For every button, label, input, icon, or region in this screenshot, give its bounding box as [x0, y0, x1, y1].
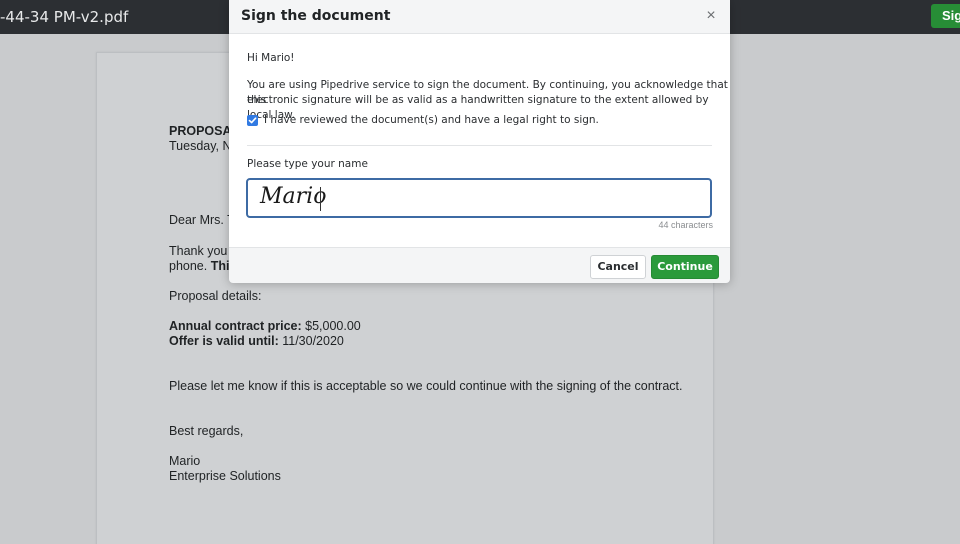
- continue-button[interactable]: Continue: [651, 255, 719, 279]
- close-icon[interactable]: ×: [703, 7, 719, 25]
- price-line: Annual contract price: $5,000.00: [169, 319, 361, 334]
- dialog-header: Sign the document ×: [229, 0, 730, 34]
- valid-value: 11/30/2020: [278, 334, 344, 348]
- sign-dialog: Sign the document × Hi Mario! You are us…: [229, 0, 730, 283]
- legal-checkbox[interactable]: [247, 115, 258, 126]
- valid-label: Offer is valid until:: [169, 334, 279, 348]
- sender-company: Enterprise Solutions: [169, 469, 281, 483]
- sender-name: Mario: [169, 454, 201, 468]
- file-title: -44-34 PM-v2.pdf: [0, 8, 129, 26]
- cancel-button[interactable]: Cancel: [590, 255, 646, 279]
- regards-line: Best regards,: [169, 424, 244, 438]
- dialog-footer: Cancel Continue: [229, 247, 730, 283]
- details-label: Proposal details:: [169, 289, 262, 303]
- paragraph-line: phone. This: [169, 259, 236, 274]
- dialog-title: Sign the document: [241, 8, 391, 24]
- text-caret: [320, 187, 321, 211]
- typed-signature: Mario: [260, 184, 327, 209]
- character-count: 44 characters: [658, 220, 713, 230]
- price-value: $5,000.00: [301, 319, 361, 333]
- name-input[interactable]: Mario: [246, 178, 712, 218]
- divider: [247, 145, 712, 146]
- sign-button[interactable]: Sign: [931, 4, 960, 28]
- closing-line: Please let me know if this is acceptable…: [169, 379, 683, 393]
- checkbox-label[interactable]: I have reviewed the document(s) and have…: [264, 113, 599, 128]
- dialog-greeting: Hi Mario!: [247, 52, 295, 64]
- paragraph-text: phone.: [169, 259, 211, 273]
- name-label: Please type your name: [247, 158, 368, 170]
- price-label: Annual contract price:: [169, 319, 302, 333]
- check-icon: [248, 117, 257, 124]
- valid-line: Offer is valid until: 11/30/2020: [169, 334, 344, 349]
- paragraph-line: Thank you v: [169, 244, 238, 258]
